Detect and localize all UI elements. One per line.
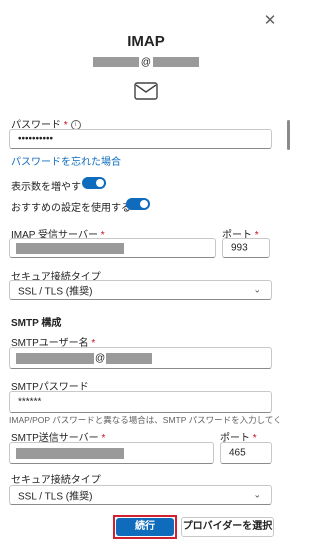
smtp-username-input[interactable]: @	[9, 347, 272, 369]
recommended-settings-toggle[interactable]	[126, 198, 150, 210]
continue-button[interactable]: 続行	[116, 518, 174, 536]
smtp-password-hint: IMAP/POP パスワードと異なる場合は、SMTP パスワードを入力してくださ	[9, 415, 281, 425]
smtp-security-label: セキュア接続タイプ	[11, 475, 101, 486]
recommended-settings-label: おすすめの設定を使用する	[11, 203, 131, 214]
smtp-password-input[interactable]: ******	[9, 391, 272, 413]
redacted-block	[16, 448, 124, 459]
redacted-block	[92, 57, 139, 67]
redacted-block	[106, 353, 152, 364]
chevron-down-icon: ⌄	[253, 284, 261, 295]
choose-provider-button[interactable]: プロバイダーを選択	[181, 517, 274, 537]
show-more-toggle[interactable]	[82, 177, 106, 189]
show-more-label: 表示数を増やす	[11, 182, 81, 193]
imap-security-select[interactable]: SSL / TLS (推奨) ⌄	[9, 280, 272, 300]
close-icon[interactable]: ✕	[263, 13, 277, 28]
forgot-password-link[interactable]: パスワードを忘れた場合	[11, 153, 121, 168]
account-email: @	[0, 56, 292, 68]
smtp-section-title: SMTP 構成	[11, 318, 62, 329]
mail-icon	[134, 82, 158, 100]
redacted-block	[16, 243, 124, 254]
redacted-block	[153, 57, 200, 67]
redacted-block	[16, 353, 94, 364]
dialog-title: IMAP	[127, 33, 165, 50]
email-at: @	[140, 56, 152, 68]
chevron-down-icon: ⌄	[253, 489, 261, 500]
smtp-server-input[interactable]	[9, 442, 214, 464]
smtp-security-select[interactable]: SSL / TLS (推奨) ⌄	[9, 485, 272, 505]
scrollbar[interactable]	[287, 120, 290, 150]
imap-server-input[interactable]	[9, 238, 216, 258]
imap-port-input[interactable]: 993	[222, 238, 270, 258]
password-input[interactable]: ••••••••••	[9, 129, 272, 149]
smtp-port-input[interactable]: 465	[220, 442, 272, 464]
